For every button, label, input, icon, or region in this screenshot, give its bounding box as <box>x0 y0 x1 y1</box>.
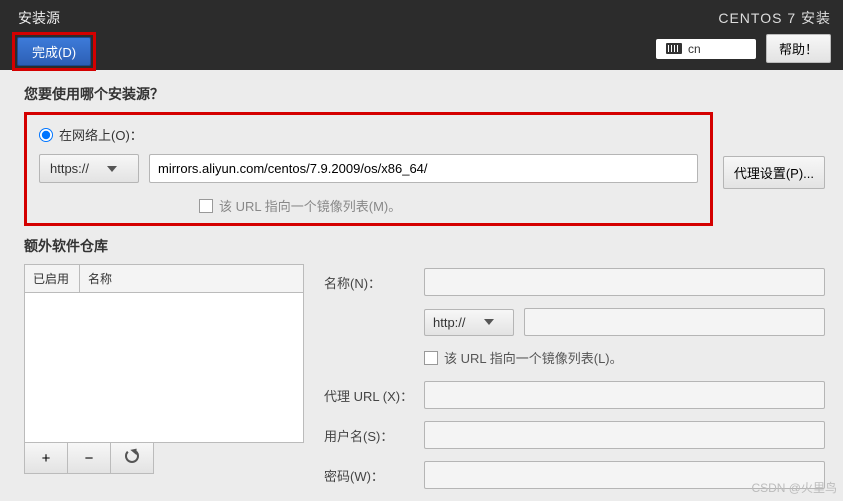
mirrorlist-checkbox[interactable] <box>199 199 213 213</box>
header-bar: 安装源 完成(D) CENTOS 7 安装 cn 帮助！ <box>0 0 843 70</box>
protocol-value: https:// <box>50 161 89 176</box>
network-source-highlight: 在网络上(O)： https:// 该 URL 指向一个镜像列表(M)。 <box>24 112 713 226</box>
done-button[interactable]: 完成(D) <box>17 37 91 66</box>
name-label: 名称(N)： <box>324 273 414 292</box>
watermark: CSDN @火里鸟 <box>751 479 837 496</box>
pass-label: 密码(W)： <box>324 466 414 485</box>
col-name: 名称 <box>80 265 303 292</box>
repo-mirrorlist-row[interactable]: 该 URL 指向一个镜像列表(L)。 <box>424 348 825 367</box>
add-repo-button[interactable]: + <box>25 443 68 473</box>
mirrorlist-label: 该 URL 指向一个镜像列表(M)。 <box>219 196 401 215</box>
reload-repo-button[interactable] <box>111 443 153 473</box>
help-button[interactable]: 帮助！ <box>766 34 831 63</box>
proxy-url-label: 代理 URL (X)： <box>324 386 414 405</box>
installer-title: CENTOS 7 安装 <box>718 8 831 28</box>
content-area: 您要使用哪个安装源？ 在网络上(O)： https:// 该 URL 指向一个镜… <box>0 70 843 501</box>
repo-url-input[interactable] <box>524 308 825 336</box>
user-input[interactable] <box>424 421 825 449</box>
url-input[interactable] <box>149 154 698 183</box>
reload-icon <box>125 449 139 463</box>
repo-list-body[interactable] <box>24 293 304 443</box>
remove-repo-button[interactable]: − <box>68 443 111 473</box>
repo-protocol-value: http:// <box>433 315 466 330</box>
repo-list-header: 已启用 名称 <box>24 264 304 293</box>
repo-mirrorlist-label: 该 URL 指向一个镜像列表(L)。 <box>444 348 623 367</box>
repo-list-buttons: + − <box>24 443 154 474</box>
proxy-url-input[interactable] <box>424 381 825 409</box>
keyboard-layout-indicator[interactable]: cn <box>656 39 756 59</box>
network-radio-row[interactable]: 在网络上(O)： <box>39 125 698 144</box>
keyboard-layout-label: cn <box>688 42 701 56</box>
extra-repos-title: 额外软件仓库 <box>24 236 825 256</box>
page-title: 安装源 <box>12 8 96 28</box>
proxy-settings-button[interactable]: 代理设置(P)... <box>723 156 825 189</box>
source-question: 您要使用哪个安装源？ <box>24 84 825 104</box>
keyboard-icon <box>666 43 682 54</box>
repo-form: 名称(N)： http:// 该 URL 指向一个镜像列表(L)。 代理 URL… <box>324 264 825 501</box>
mirrorlist-checkbox-row[interactable]: 该 URL 指向一个镜像列表(M)。 <box>199 196 401 215</box>
repo-list-panel: 已启用 名称 + − <box>24 264 304 501</box>
chevron-down-icon <box>484 319 494 325</box>
user-label: 用户名(S)： <box>324 426 414 445</box>
repo-protocol-dropdown[interactable]: http:// <box>424 309 514 336</box>
network-radio[interactable] <box>39 128 53 142</box>
protocol-dropdown[interactable]: https:// <box>39 154 139 183</box>
chevron-down-icon <box>107 166 117 172</box>
network-radio-label: 在网络上(O)： <box>59 125 143 144</box>
col-enabled: 已启用 <box>25 265 80 292</box>
done-button-highlight: 完成(D) <box>12 32 96 71</box>
repo-mirrorlist-checkbox[interactable] <box>424 351 438 365</box>
name-input[interactable] <box>424 268 825 296</box>
